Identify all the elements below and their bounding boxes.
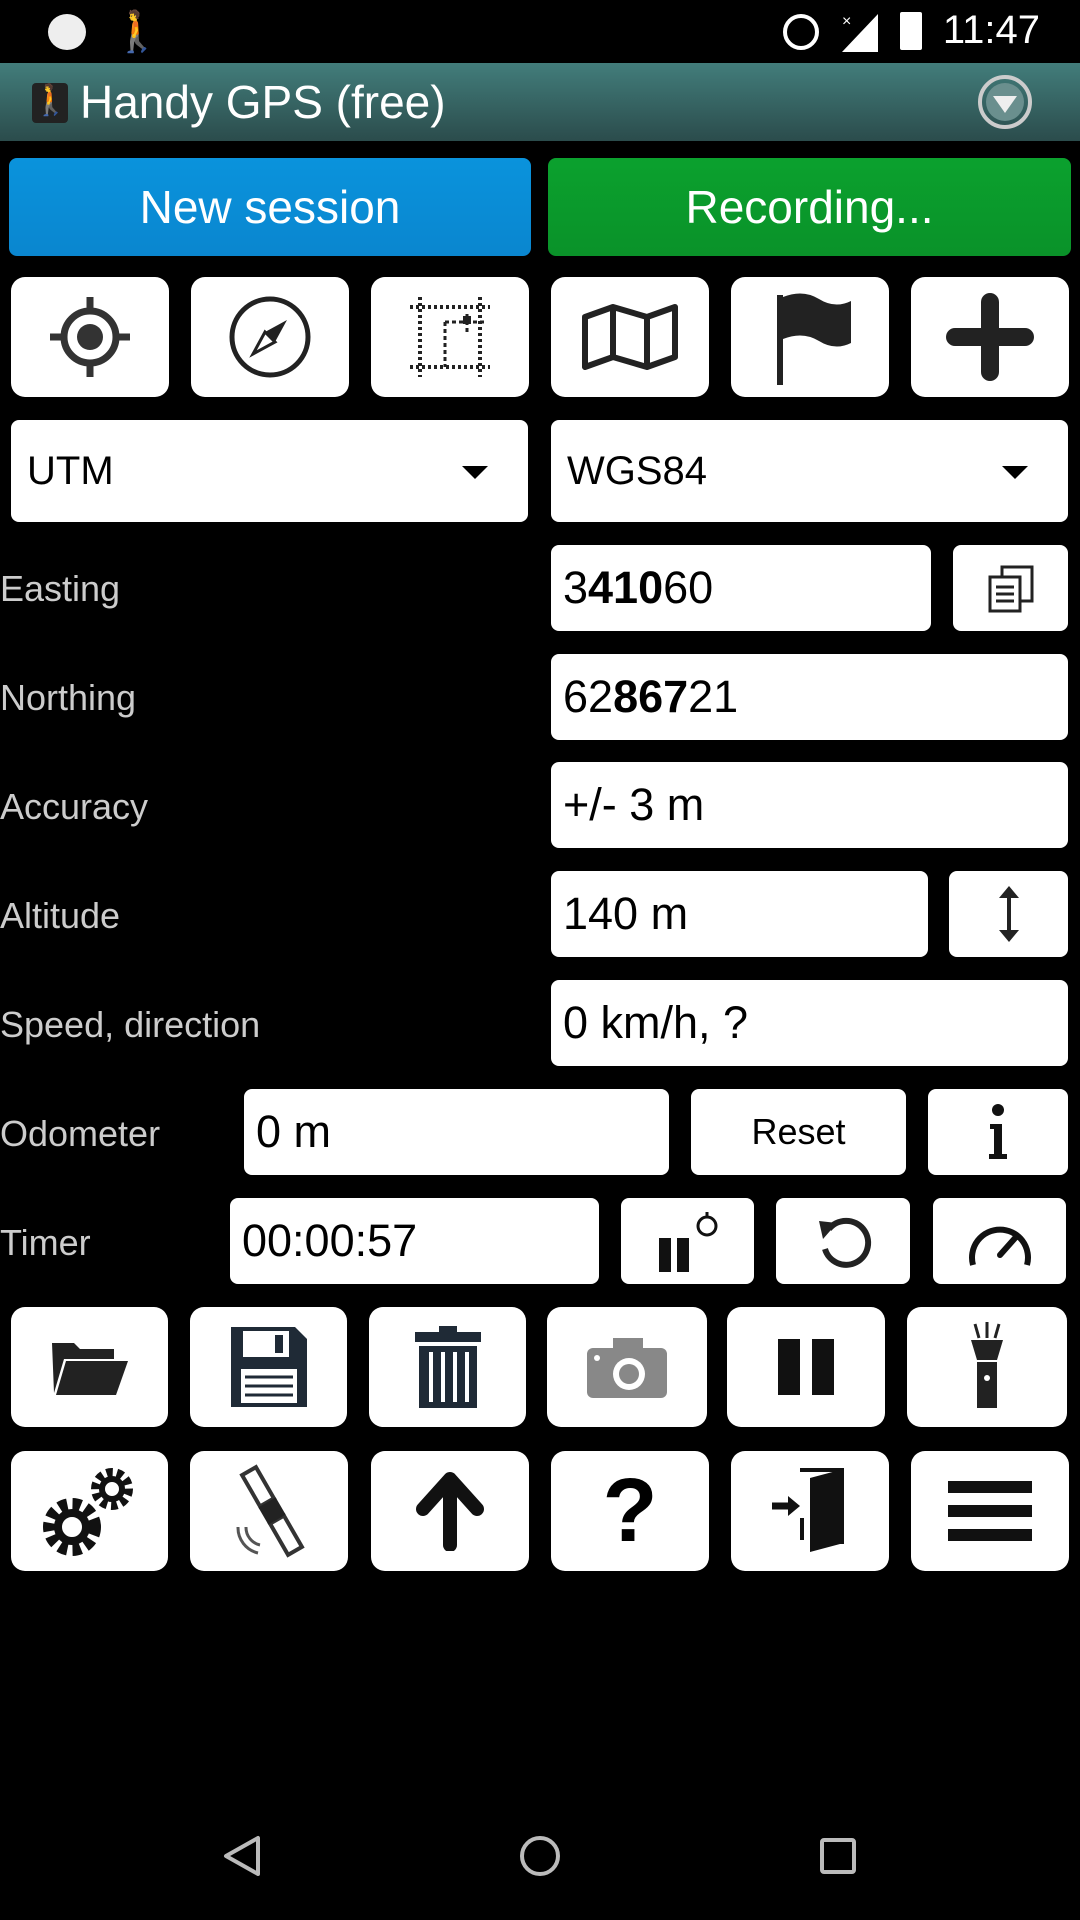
- easting-bold: 410: [588, 562, 664, 613]
- accuracy-label: Accuracy: [0, 786, 149, 827]
- satellite-icon: [236, 1464, 305, 1558]
- save-button[interactable]: [190, 1307, 347, 1427]
- open-button[interactable]: [11, 1307, 168, 1427]
- plus-icon: [946, 293, 1034, 381]
- timer-field: 00:00:57: [230, 1198, 599, 1284]
- recording-button[interactable]: Recording...: [548, 158, 1071, 256]
- northing-field: 62 867 21: [551, 654, 1068, 740]
- pause-icon: [778, 1339, 834, 1395]
- menu-button[interactable]: [911, 1451, 1069, 1571]
- compass-icon: [229, 296, 311, 378]
- status-bar: 🚶 × 11:47: [0, 0, 1080, 62]
- accuracy-field: +/- 3 m: [551, 762, 1068, 848]
- chevron-down-icon: [462, 466, 488, 479]
- delete-button[interactable]: [369, 1307, 526, 1427]
- alarm-icon: [783, 14, 819, 50]
- copy-icon: [988, 565, 1033, 613]
- satellite-button[interactable]: [190, 1451, 348, 1571]
- recents-icon[interactable]: [818, 1836, 858, 1876]
- help-icon: ?: [602, 1460, 658, 1561]
- settings-gears-icon: [42, 1468, 133, 1556]
- gps-target-icon: [50, 297, 130, 377]
- speed-field: 0 km/h, ?: [551, 980, 1068, 1066]
- compass-button[interactable]: [191, 277, 349, 397]
- map-button[interactable]: [551, 277, 709, 397]
- datum-value: WGS84: [567, 448, 708, 493]
- add-button[interactable]: [911, 277, 1069, 397]
- easting-label: Easting: [0, 568, 121, 609]
- stopwatch-pause-icon: [658, 1212, 717, 1272]
- save-icon: [230, 1327, 307, 1407]
- settings-button[interactable]: [11, 1451, 168, 1571]
- recording-label: Recording...: [685, 181, 934, 233]
- trash-icon: [414, 1326, 481, 1408]
- flashlight-icon: [971, 1322, 1003, 1408]
- easting-pre: 3: [563, 562, 589, 613]
- back-icon[interactable]: [222, 1834, 262, 1878]
- new-session-button[interactable]: New session: [9, 158, 531, 256]
- timer-reset-button[interactable]: [776, 1198, 910, 1284]
- coord-format-value: UTM: [27, 448, 114, 493]
- help-button[interactable]: ?: [551, 1451, 709, 1571]
- app-title: Handy GPS (free): [80, 76, 446, 128]
- folder-open-icon: [51, 1343, 128, 1395]
- odometer-label: Odometer: [0, 1113, 161, 1154]
- northing-post: 21: [688, 671, 739, 722]
- northing-bold: 867: [613, 671, 689, 722]
- clock: 11:47: [942, 8, 1040, 52]
- flag-button[interactable]: [731, 277, 889, 397]
- restart-icon: [819, 1217, 872, 1268]
- odometer-field: 0 m: [244, 1089, 669, 1175]
- datum-select[interactable]: WGS84: [551, 420, 1068, 522]
- timer-label: Timer: [0, 1222, 91, 1263]
- area-grid-icon: [410, 297, 490, 377]
- flag-icon: [777, 293, 851, 385]
- arrow-up-icon: [416, 1472, 484, 1551]
- altitude-label: Altitude: [0, 895, 121, 936]
- camera-icon: [587, 1338, 667, 1398]
- speedometer-button[interactable]: [933, 1198, 1066, 1284]
- reset-button[interactable]: Reset: [691, 1089, 906, 1175]
- easting-post: 60: [663, 562, 714, 613]
- speed-label: Speed, direction: [0, 1004, 261, 1045]
- area-button[interactable]: [371, 277, 529, 397]
- menu-icon: [948, 1481, 1032, 1541]
- northing-label: Northing: [0, 677, 137, 718]
- svg-text:×: ×: [842, 13, 851, 30]
- reset-label: Reset: [751, 1111, 846, 1152]
- app-logo-icon: 🚶: [32, 83, 69, 123]
- copy-button[interactable]: [953, 545, 1068, 631]
- coord-format-select[interactable]: UTM: [11, 420, 528, 522]
- info-button[interactable]: [928, 1089, 1068, 1175]
- new-session-label: New session: [139, 181, 401, 233]
- timer-pause-button[interactable]: [621, 1198, 754, 1284]
- gps-button[interactable]: [11, 277, 169, 397]
- camera-button[interactable]: [547, 1307, 707, 1427]
- app-bar: 🚶 Handy GPS (free): [0, 63, 1080, 141]
- map-icon: [582, 304, 678, 370]
- pause-button[interactable]: [727, 1307, 885, 1427]
- speedometer-icon: [968, 1226, 1031, 1266]
- home-icon[interactable]: [518, 1834, 562, 1878]
- battery-charging-icon: [900, 12, 922, 50]
- info-icon: [989, 1104, 1007, 1159]
- up-button[interactable]: [371, 1451, 529, 1571]
- vertical-arrows-icon: [998, 886, 1019, 942]
- northing-pre: 62: [563, 671, 614, 722]
- altitude-field: 140 m: [551, 871, 928, 957]
- dropdown-circle-icon[interactable]: [976, 73, 1034, 131]
- easting-field: 3 410 60: [551, 545, 931, 631]
- notification-app-icon: [48, 14, 86, 50]
- flashlight-button[interactable]: [907, 1307, 1067, 1427]
- no-signal-icon: ×: [842, 13, 878, 52]
- handy-gps-icon: 🚶: [112, 10, 162, 54]
- chevron-down-icon: [1002, 466, 1028, 479]
- altitude-button[interactable]: [949, 871, 1068, 957]
- exit-button[interactable]: [731, 1451, 889, 1571]
- exit-door-icon: [772, 1468, 844, 1552]
